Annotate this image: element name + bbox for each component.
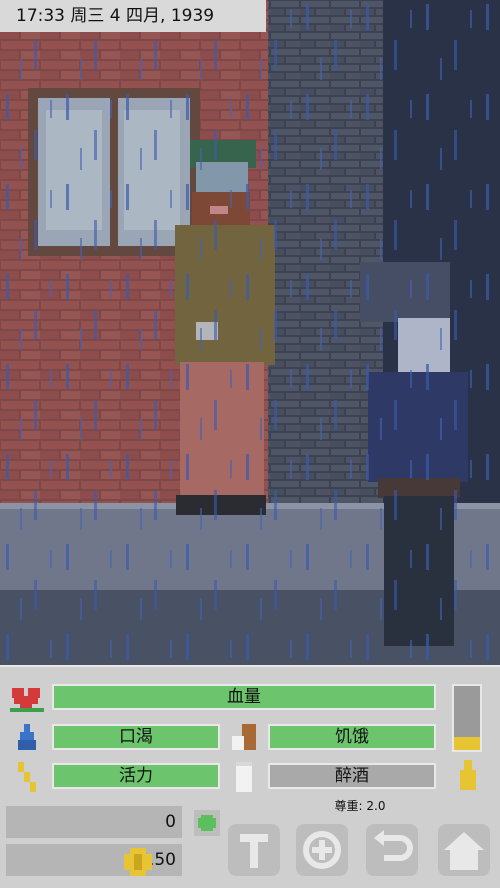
green-gem-icon — [194, 810, 220, 836]
home-button[interactable] — [436, 822, 492, 878]
energy-bar: 活力 — [52, 763, 220, 789]
target-button[interactable] — [294, 822, 350, 878]
money-field: 2.50 — [6, 844, 182, 876]
side-meter-fill — [454, 737, 480, 750]
bottles-count-field: 0 — [6, 806, 182, 838]
heart-icon — [10, 688, 44, 712]
milk-icon — [236, 762, 252, 792]
water-drop-icon — [18, 724, 36, 750]
side-meter — [452, 684, 482, 752]
street-scene — [0, 0, 500, 665]
thirst-bar: 口渴 — [52, 724, 220, 750]
bread-icon — [232, 724, 256, 750]
health-bar: 血量 — [52, 684, 436, 710]
drunk-bar: 醉酒 — [268, 763, 436, 789]
respect-label: 尊重: 2.0 — [334, 799, 386, 813]
date-time-display: 17:33 周三 4 四月, 1939 — [0, 0, 266, 32]
back-button[interactable] — [364, 822, 420, 878]
bottle-icon — [460, 760, 476, 790]
shovel-button[interactable] — [226, 822, 282, 878]
coin-icon — [124, 848, 152, 876]
lightning-icon — [18, 762, 36, 792]
hunger-bar: 饥饿 — [268, 724, 436, 750]
